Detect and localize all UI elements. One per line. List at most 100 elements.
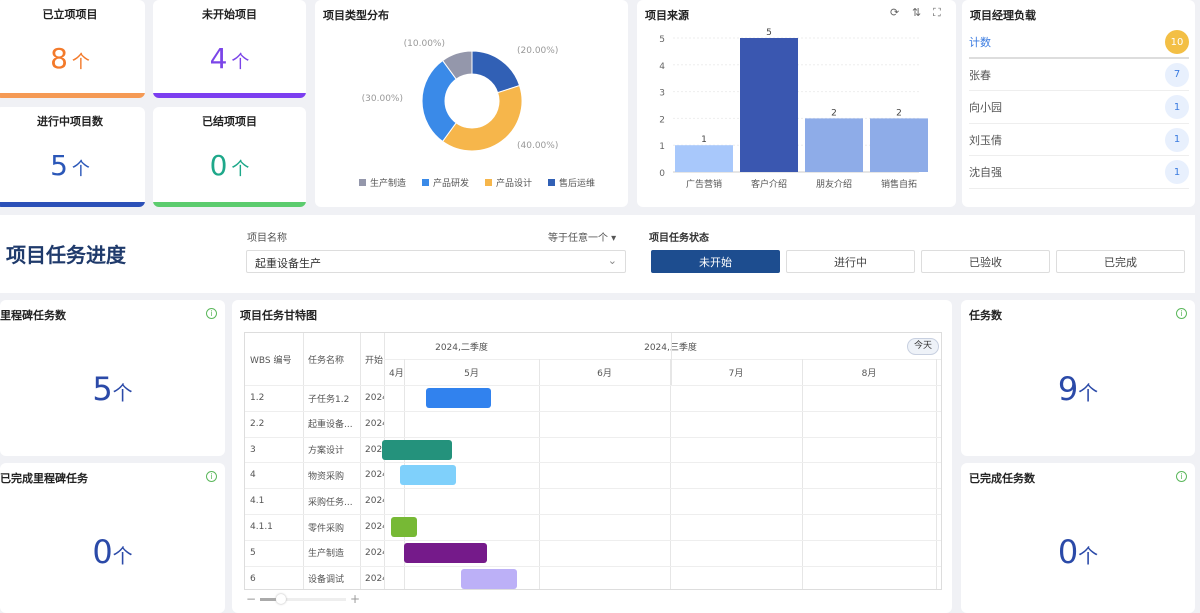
stat-unit: 个 xyxy=(1078,381,1099,405)
gantt-table: WBS 编号 任务名称 开始 2024,二季度 2024,三季度 今天 4月 5月 6月 7月 8月… xyxy=(244,332,942,590)
operator-dropdown[interactable]: 等于任意一个 ▾ xyxy=(548,229,616,244)
cell-name: 采购任务... xyxy=(308,497,353,508)
manager-row[interactable]: 向小园 1 xyxy=(969,92,1189,124)
manager-row[interactable]: 刘玉倩 1 xyxy=(969,124,1189,156)
slider-handle[interactable] xyxy=(276,594,286,604)
status-button[interactable]: 进行中 xyxy=(786,250,915,273)
project-name-value: 起重设备生产 xyxy=(255,257,321,270)
slice-label: (40.00%) xyxy=(517,141,558,151)
y-tick-label: 5 xyxy=(659,35,665,45)
pie-slice-产品设计[interactable] xyxy=(441,84,523,152)
count-badge: 1 xyxy=(1165,95,1189,119)
manager-row[interactable]: 张春 7 xyxy=(969,59,1189,91)
stat-card: 已立项项目 8 个 xyxy=(0,0,145,98)
slice-label: (10.00%) xyxy=(404,39,445,49)
stat-bar xyxy=(0,202,145,207)
month-header: 8月 xyxy=(861,368,877,379)
cell-wbs: 3 xyxy=(250,444,256,455)
task-count-card: 任务数 i 9个 xyxy=(961,300,1195,456)
task-bar[interactable] xyxy=(404,542,487,563)
milestone-count-card: 里程碑任务数 i 5个 xyxy=(0,300,225,456)
stat-card: 已结项项目 0 个 xyxy=(153,107,306,207)
stat-unit: 个 xyxy=(231,159,250,180)
stat-bar xyxy=(0,93,145,98)
cell-start: 2024 xyxy=(365,547,384,558)
zoom-out-icon[interactable]: − xyxy=(246,592,256,606)
month-header: 7月 xyxy=(728,368,744,379)
stat-unit: 个 xyxy=(112,381,133,405)
task-bar[interactable] xyxy=(382,439,452,460)
x-tick-label: 广告营销 xyxy=(686,178,722,190)
y-tick-label: 0 xyxy=(659,169,665,179)
stat-value: 5 xyxy=(50,149,68,182)
y-tick-label: 4 xyxy=(659,62,665,72)
bar[interactable] xyxy=(675,145,733,172)
info-icon[interactable]: i xyxy=(206,308,217,319)
card-title: 任务数 xyxy=(969,309,1002,322)
zoom-in-icon[interactable]: + xyxy=(350,593,360,605)
info-icon[interactable]: i xyxy=(1176,471,1187,482)
legend-item[interactable]: 产品设计 xyxy=(496,177,532,189)
cell-name: 物资采购 xyxy=(308,471,345,482)
status-button[interactable]: 已验收 xyxy=(921,250,1050,273)
task-bar[interactable] xyxy=(460,568,518,589)
x-tick-label: 客户介绍 xyxy=(751,178,787,190)
cell-start: 2024 xyxy=(365,496,384,507)
card-title: 已结项项目 xyxy=(202,115,257,128)
cell-name: 设备调试 xyxy=(308,575,345,586)
card-title: 未开始项目 xyxy=(202,8,257,21)
pie-chart: (10.00%) (20.00%) (40.00%) (30.00%) 生产制造 产品研发… xyxy=(359,39,595,189)
slice-label: (30.00%) xyxy=(362,94,403,104)
today-button[interactable]: 今天 xyxy=(907,338,939,355)
zoom-slider[interactable]: − + xyxy=(246,592,366,606)
month-header: 5月 xyxy=(464,368,479,379)
stat-value: 4 xyxy=(209,42,228,75)
cell-start: 2024 xyxy=(365,573,384,584)
cell-wbs: 2.2 xyxy=(250,418,265,429)
task-bar[interactable] xyxy=(390,517,418,537)
card-title: 项目任务甘特图 xyxy=(240,309,317,322)
bar[interactable] xyxy=(870,118,928,172)
manager-total-row[interactable]: 计数 10 xyxy=(969,27,1189,59)
pie-slice-产品研发[interactable] xyxy=(421,59,457,143)
bar[interactable] xyxy=(805,118,863,172)
manager-row[interactable]: 沈自强 1 xyxy=(969,157,1189,189)
cell-name: 子任务1.2 xyxy=(308,394,350,405)
info-icon[interactable]: i xyxy=(206,471,217,482)
cell-name: 起重设备... xyxy=(308,420,353,431)
legend-swatch xyxy=(485,179,492,186)
bar-value-label: 5 xyxy=(766,28,772,38)
bar[interactable] xyxy=(740,38,798,172)
status-button[interactable]: 已完成 xyxy=(1056,250,1185,273)
task-bar[interactable] xyxy=(399,465,457,486)
legend-swatch xyxy=(422,179,429,186)
manager-name: 刘玉倩 xyxy=(969,133,1002,147)
legend-item[interactable]: 售后运维 xyxy=(559,177,595,189)
legend-item[interactable]: 产品研发 xyxy=(433,177,469,189)
card-title: 进行中项目数 xyxy=(37,115,103,128)
bar-value-label: 2 xyxy=(896,108,902,118)
count-badge: 7 xyxy=(1165,62,1189,87)
done-milestone-card: 已完成里程碑任务 i 0个 xyxy=(0,463,225,613)
status-button[interactable]: 未开始 xyxy=(651,250,780,273)
card-title: 已完成里程碑任务 xyxy=(0,472,88,485)
info-icon[interactable]: i xyxy=(1176,308,1187,319)
legend-item[interactable]: 生产制造 xyxy=(370,177,406,189)
column-header: 开始 xyxy=(365,355,384,366)
gantt-card: 项目任务甘特图 WBS 编号 任务名称 开始 2024,二季度 2024,三季度 今天 4月… xyxy=(232,300,952,613)
quarter-header: 2024,二季度 xyxy=(435,342,488,353)
stat-unit: 个 xyxy=(112,544,133,568)
count-badge: 1 xyxy=(1165,160,1189,184)
y-tick-label: 2 xyxy=(659,115,665,125)
stat-bar xyxy=(153,202,306,207)
project-name-select[interactable]: 起重设备生产 ⌄ xyxy=(246,250,626,273)
manager-name: 沈自强 xyxy=(969,166,1002,179)
y-tick-label: 3 xyxy=(659,89,665,99)
cell-wbs: 6 xyxy=(250,573,256,584)
stat-value: 8 xyxy=(50,42,68,75)
pie-slice-售后运维[interactable] xyxy=(471,50,521,94)
task-bar[interactable] xyxy=(425,388,492,408)
done-task-card: 已完成任务数 i 0个 xyxy=(961,463,1195,613)
bar-value-label: 2 xyxy=(831,108,837,118)
stat-bar xyxy=(153,93,306,98)
